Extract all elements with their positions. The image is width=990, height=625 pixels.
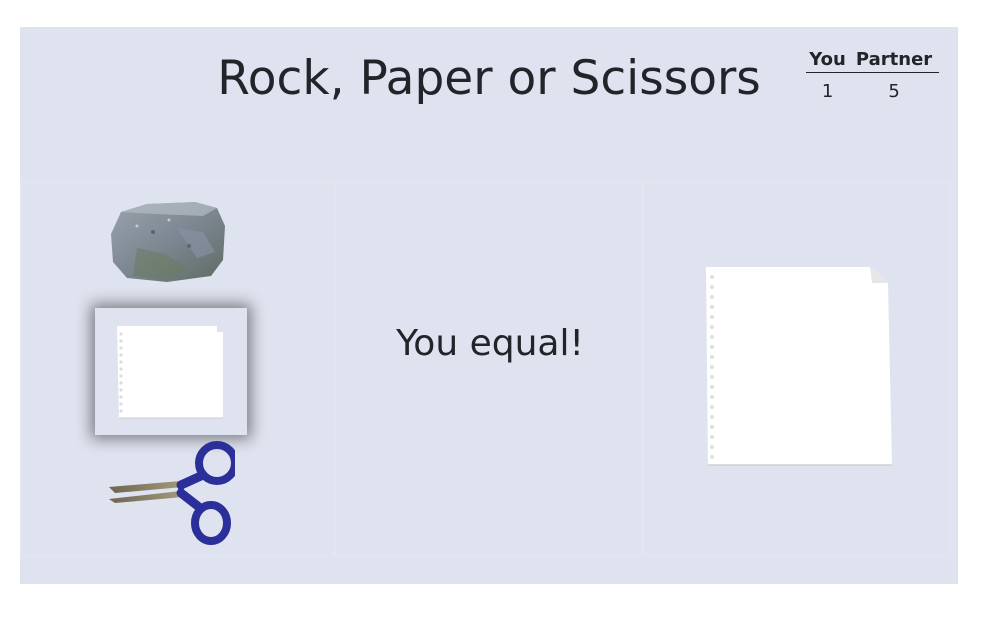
partner-choice-panel <box>643 182 951 556</box>
score-header-you: You <box>806 49 850 73</box>
result-text: You equal! <box>396 323 584 364</box>
score-table: You Partner 1 5 <box>806 49 939 102</box>
score-value-partner: 5 <box>888 81 900 102</box>
player-choices-panel <box>20 182 335 556</box>
rock-icon <box>111 202 225 282</box>
result-panel: You equal! <box>335 182 643 556</box>
scoreboard: You Partner 1 5 <box>806 49 939 102</box>
partner-choice-display <box>702 263 894 469</box>
scissors-choice-button[interactable] <box>105 441 239 551</box>
paper-choice-button[interactable] <box>95 308 247 435</box>
score-header-partner: Partner <box>849 49 939 73</box>
score-value-you: 1 <box>821 81 834 102</box>
partner-paper-icon <box>706 267 892 466</box>
scissors-icon <box>109 441 239 545</box>
game-board: Rock, Paper or Scissors You Partner 1 5 <box>20 27 958 584</box>
rock-choice-button[interactable] <box>107 198 229 286</box>
paper-icon <box>117 326 223 419</box>
